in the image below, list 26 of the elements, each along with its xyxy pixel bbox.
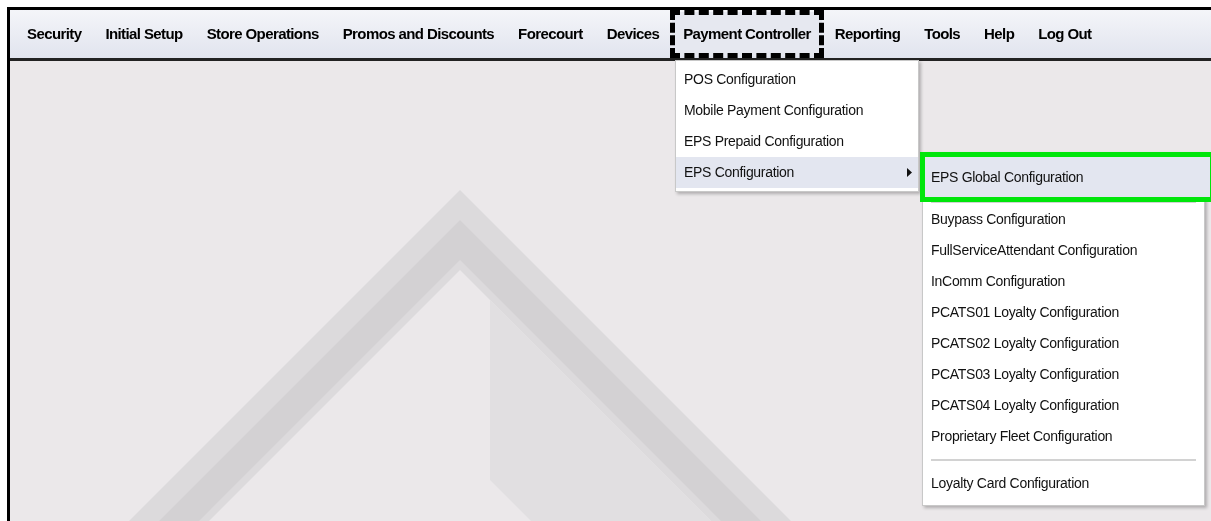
menu-item[interactable]: Forecourt [507,11,594,57]
menu-option[interactable]: Proprietary Fleet Configuration [923,421,1204,452]
menu-option[interactable]: PCATS01 Loyalty Configuration [923,297,1204,328]
menu-option[interactable]: FullServiceAttendant Configuration [923,235,1204,266]
menu-item[interactable]: Devices [595,11,671,57]
menu-item[interactable]: Payment Controller [672,11,822,57]
menu-item[interactable]: Security [16,11,93,57]
menu-item[interactable]: Tools [913,11,972,57]
menu-option[interactable]: EPS Configuration [676,157,918,188]
menu-item[interactable]: Help [973,11,1026,57]
menu-option[interactable]: Buypass Configuration [923,204,1204,235]
menu-option[interactable]: PCATS02 Loyalty Configuration [923,328,1204,359]
menu-item[interactable]: Reporting [823,11,912,57]
menu-option[interactable]: POS Configuration [676,64,918,95]
menu-option[interactable]: Loyalty Card Configuration [923,468,1204,499]
menu-option[interactable]: PCATS04 Loyalty Configuration [923,390,1204,421]
menu-item[interactable]: Initial Setup [94,11,194,57]
menu-item[interactable]: Log Out [1027,11,1103,57]
submenu-arrow-icon [907,168,912,177]
menu-option[interactable]: InComm Configuration [923,266,1204,297]
menu-option[interactable]: EPS Prepaid Configuration [676,126,918,157]
menu-option[interactable]: PCATS03 Loyalty Configuration [923,359,1204,390]
menu-option[interactable]: Mobile Payment Configuration [676,95,918,126]
menu-item[interactable]: Promos and Discounts [331,11,506,57]
menu-item[interactable]: Store Operations [195,11,330,57]
menu-option[interactable]: EPS Global Configuration [923,155,1211,199]
